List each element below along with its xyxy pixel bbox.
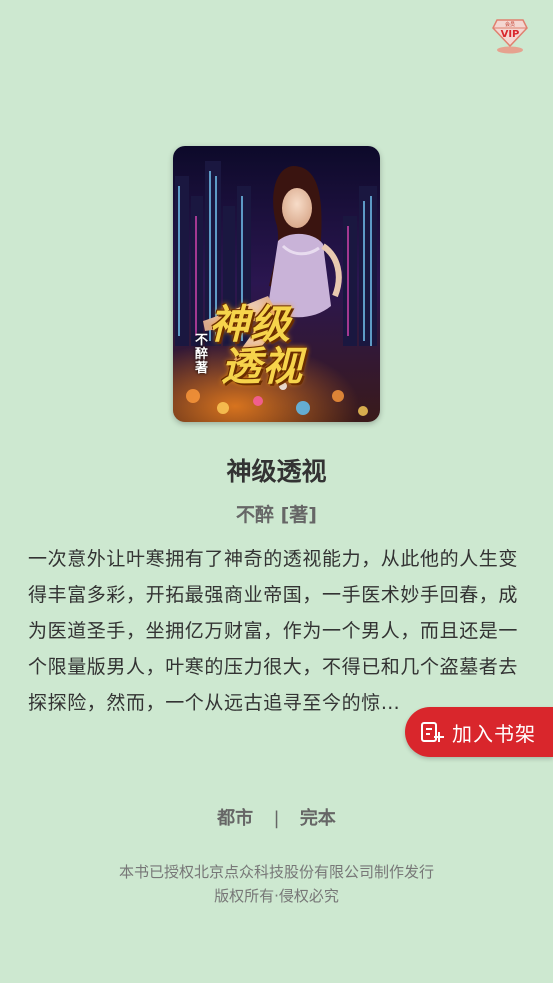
add-to-shelf-button[interactable]: 加入书架 [405,707,553,757]
cover-title-line2: 透视 [221,343,303,390]
svg-text:VIP: VIP [501,29,520,40]
cover-title: 神级 透视 [209,304,359,388]
book-cover: 不醉著 神级 透视 [173,146,380,422]
copyright-line-1: 本书已授权北京点众科技股份有限公司制作发行 [118,863,434,881]
meta-separator: | [273,808,280,829]
book-title: 神级透视 [226,457,327,486]
book-intro[interactable]: 一次意外让叶寒拥有了神奇的透视能力，从此他的人生变得丰富多彩，开拓最强商业帝国，… [28,541,528,721]
vip-diamond-icon: 会员 VIP [492,19,528,54]
cover-title-line1: 神级 [209,301,291,348]
book-status: 完本 [299,808,336,829]
book-author: 不醉 [著] [236,504,317,526]
copyright-line-2: 版权所有·侵权必究 [214,887,339,905]
add-to-shelf-label: 加入书架 [452,721,536,746]
book-meta: 都市 | 完本 [0,804,553,830]
book-category[interactable]: 都市 [217,808,253,829]
svg-text:会员: 会员 [505,21,515,28]
add-to-shelf-icon [421,722,444,742]
copyright-notice: 本书已授权北京点众科技股份有限公司制作发行 版权所有·侵权必究 [0,860,553,908]
vip-badge[interactable]: 会员 VIP [491,14,529,56]
cover-author-mark: 不醉著 [195,333,209,376]
